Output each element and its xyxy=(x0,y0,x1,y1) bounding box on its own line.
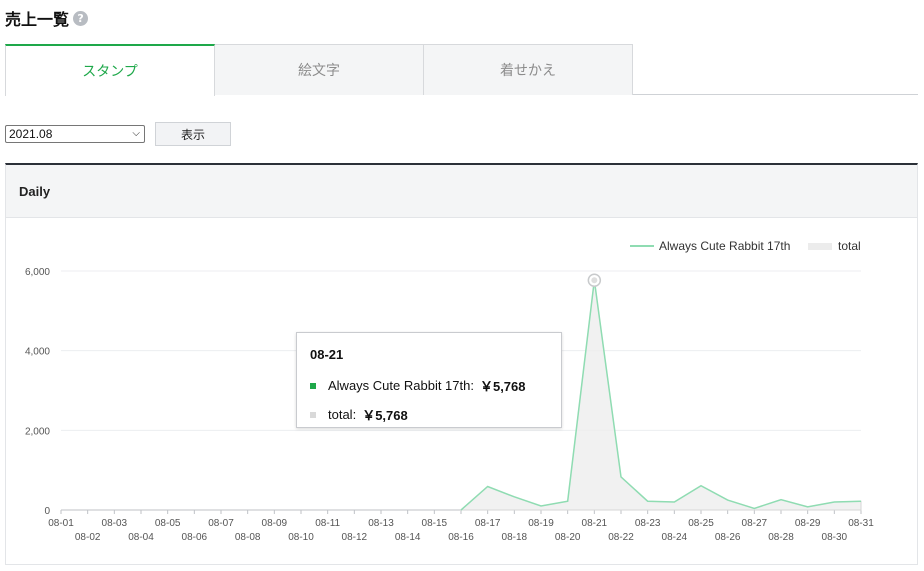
x-tick-label: 08-06 xyxy=(182,532,208,543)
x-tick-label: 08-16 xyxy=(448,532,474,543)
legend-label-total: total xyxy=(838,239,861,253)
highlight-point-center xyxy=(591,277,598,284)
x-tick-label: 08-22 xyxy=(608,532,634,543)
x-tick-label: 08-03 xyxy=(102,518,128,529)
y-tick-label: 6,000 xyxy=(25,267,50,278)
x-tick-label: 08-31 xyxy=(848,518,874,529)
x-tick-label: 08-23 xyxy=(635,518,661,529)
x-tick-label: 08-05 xyxy=(155,518,181,529)
tooltip-total-label: total: xyxy=(328,407,357,422)
x-tick-label: 08-12 xyxy=(342,532,368,543)
x-tick-label: 08-24 xyxy=(662,532,688,543)
x-tick-label: 08-19 xyxy=(528,518,554,529)
series-color-marker xyxy=(310,382,316,389)
x-tick-label: 08-20 xyxy=(555,532,581,543)
y-tick-label: 4,000 xyxy=(25,347,50,358)
tooltip-series-value: ￥5,768 xyxy=(479,379,526,394)
x-tick-label: 08-26 xyxy=(715,532,741,543)
x-tick-label: 08-17 xyxy=(475,518,501,529)
x-tick-label: 08-25 xyxy=(688,518,714,529)
x-tick-label: 08-21 xyxy=(582,518,608,529)
tooltip-date: 08-21 xyxy=(310,347,344,362)
x-tick-label: 08-30 xyxy=(822,532,848,543)
tooltip-series-label: Always Cute Rabbit 17th: xyxy=(328,378,474,393)
x-tick-label: 08-01 xyxy=(48,518,74,529)
y-tick-label: 0 xyxy=(44,506,50,517)
x-tick-label: 08-13 xyxy=(368,518,394,529)
tooltip-total-row: total: ￥5,768 xyxy=(310,405,549,424)
x-tick-label: 08-28 xyxy=(768,532,794,543)
x-tick-label: 08-10 xyxy=(288,532,314,543)
x-tick-label: 08-15 xyxy=(422,518,448,529)
y-tick-labels: 0 2,000 4,000 6,000 xyxy=(25,267,50,517)
x-tick-labels: 08-0108-0208-0308-0408-0508-0608-0708-08… xyxy=(48,510,874,543)
x-tick-label: 08-11 xyxy=(315,518,340,529)
legend-swatch-total xyxy=(808,243,832,250)
y-tick-label: 2,000 xyxy=(25,426,50,437)
tab-stamp[interactable]: スタンプ xyxy=(5,44,215,96)
x-tick-label: 08-18 xyxy=(502,532,528,543)
chart-legend: Always Cute Rabbit 17th total xyxy=(630,239,861,253)
tooltip-total-value: ￥5,768 xyxy=(362,408,408,423)
x-tick-label: 08-08 xyxy=(235,532,261,543)
x-tick-label: 08-14 xyxy=(395,532,421,543)
total-color-marker xyxy=(310,411,316,418)
legend-label-series: Always Cute Rabbit 17th xyxy=(659,239,790,253)
x-tick-label: 08-27 xyxy=(742,518,768,529)
x-tick-label: 08-07 xyxy=(208,518,234,529)
x-tick-label: 08-04 xyxy=(128,532,154,543)
x-tick-label: 08-09 xyxy=(262,518,288,529)
x-tick-label: 08-02 xyxy=(75,532,101,543)
x-tick-label: 08-29 xyxy=(795,518,821,529)
chart-tooltip: 08-21 Always Cute Rabbit 17th: ￥5,768 to… xyxy=(296,332,562,428)
tooltip-series-row: Always Cute Rabbit 17th: ￥5,768 xyxy=(310,376,549,395)
